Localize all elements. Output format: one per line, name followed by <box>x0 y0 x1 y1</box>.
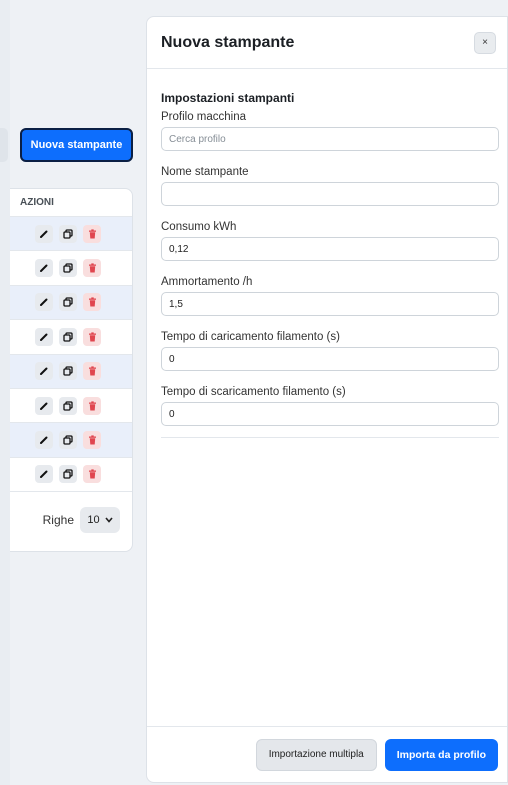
edit-button[interactable] <box>35 431 53 450</box>
duplicate-button[interactable] <box>59 362 77 381</box>
background-page <box>0 0 10 785</box>
depreciation-label: Ammortamento /h <box>161 276 253 288</box>
import-from-profile-button[interactable]: Importa da profilo <box>384 738 498 771</box>
modal-header: Nuova stampante × <box>147 17 507 69</box>
chevron-down-icon <box>105 517 113 523</box>
table-row <box>10 389 132 424</box>
duplicate-button[interactable] <box>59 259 77 278</box>
table-row <box>10 217 132 252</box>
edit-button[interactable] <box>35 396 53 415</box>
filament-load-time-input[interactable]: 0 <box>161 347 499 371</box>
section-divider <box>161 437 499 438</box>
delete-button[interactable] <box>83 465 101 484</box>
pencil-icon <box>39 366 49 376</box>
pencil-icon <box>39 332 49 342</box>
power-consumption-label: Consumo kWh <box>161 221 237 233</box>
table-row <box>10 320 132 355</box>
trash-icon <box>88 332 97 342</box>
new-printer-modal: Nuova stampante × Impostazioni stampanti… <box>146 16 508 783</box>
copy-icon <box>63 400 73 411</box>
table-rows <box>10 217 132 493</box>
delete-button[interactable] <box>83 431 101 450</box>
background-left-element <box>0 128 8 162</box>
duplicate-button[interactable] <box>59 327 77 346</box>
close-icon: × <box>482 37 488 48</box>
filament-unload-time-label: Tempo di scaricamento filamento (s) <box>161 386 346 398</box>
rows-per-page-select[interactable]: 10 <box>80 507 120 533</box>
table-row <box>10 354 132 389</box>
edit-button[interactable] <box>35 293 53 312</box>
delete-button[interactable] <box>83 259 101 278</box>
pencil-icon <box>39 297 49 307</box>
duplicate-button[interactable] <box>59 224 77 243</box>
edit-button[interactable] <box>35 327 53 346</box>
table-row <box>10 285 132 321</box>
trash-icon <box>88 229 97 239</box>
printer-name-input[interactable] <box>161 182 499 206</box>
trash-icon <box>88 263 97 273</box>
trash-icon <box>88 469 97 479</box>
table-row <box>10 251 132 286</box>
copy-icon <box>63 297 73 308</box>
delete-button[interactable] <box>83 362 101 381</box>
pagination-rows: Righe 10 <box>10 507 132 533</box>
machine-profile-label: Profilo macchina <box>161 111 247 123</box>
machine-profile-search-input[interactable]: Cerca profilo <box>161 127 499 151</box>
delete-button[interactable] <box>83 327 101 346</box>
actions-column-header: AZIONI <box>10 189 132 217</box>
pencil-icon <box>39 401 49 411</box>
copy-icon <box>63 366 73 376</box>
delete-button[interactable] <box>83 224 101 243</box>
pencil-icon <box>39 435 49 445</box>
rows-per-page-value: 10 <box>87 514 100 526</box>
delete-button[interactable] <box>83 396 101 415</box>
rows-label: Righe <box>42 513 74 527</box>
copy-icon <box>63 435 73 445</box>
trash-icon <box>88 297 97 307</box>
trash-icon <box>88 366 97 376</box>
printer-name-label: Nome stampante <box>161 166 249 178</box>
duplicate-button[interactable] <box>59 431 77 450</box>
copy-icon <box>63 263 73 273</box>
filament-load-time-label: Tempo di caricamento filamento (s) <box>161 331 340 343</box>
pencil-icon <box>39 263 49 273</box>
duplicate-button[interactable] <box>59 293 77 312</box>
trash-icon <box>88 401 97 411</box>
close-button[interactable]: × <box>474 31 496 54</box>
printers-table: AZIONI Righe 10 <box>10 188 133 552</box>
copy-icon <box>63 229 73 239</box>
modal-footer: Importazione multipla Importa da profilo <box>147 726 507 782</box>
copy-icon <box>63 332 73 342</box>
edit-button[interactable] <box>35 224 53 243</box>
bulk-import-button[interactable]: Importazione multipla <box>255 738 377 771</box>
copy-icon <box>63 469 73 480</box>
modal-title: Nuova stampante <box>161 33 295 51</box>
edit-button[interactable] <box>35 259 53 278</box>
pencil-icon <box>39 229 49 239</box>
duplicate-button[interactable] <box>59 396 77 415</box>
filament-unload-time-input[interactable]: 0 <box>161 402 499 426</box>
table-row <box>10 458 132 493</box>
duplicate-button[interactable] <box>59 465 77 484</box>
edit-button[interactable] <box>35 465 53 484</box>
trash-icon <box>88 435 97 445</box>
pencil-icon <box>39 469 49 479</box>
depreciation-input[interactable]: 1,5 <box>161 292 499 316</box>
delete-button[interactable] <box>83 293 101 312</box>
new-printer-button[interactable]: Nuova stampante <box>20 128 133 162</box>
power-consumption-input[interactable]: 0,12 <box>161 237 499 261</box>
edit-button[interactable] <box>35 362 53 381</box>
section-title: Impostazioni stampanti <box>161 91 295 105</box>
modal-body: Impostazioni stampanti Profilo macchina … <box>147 69 507 726</box>
table-row <box>10 423 132 458</box>
